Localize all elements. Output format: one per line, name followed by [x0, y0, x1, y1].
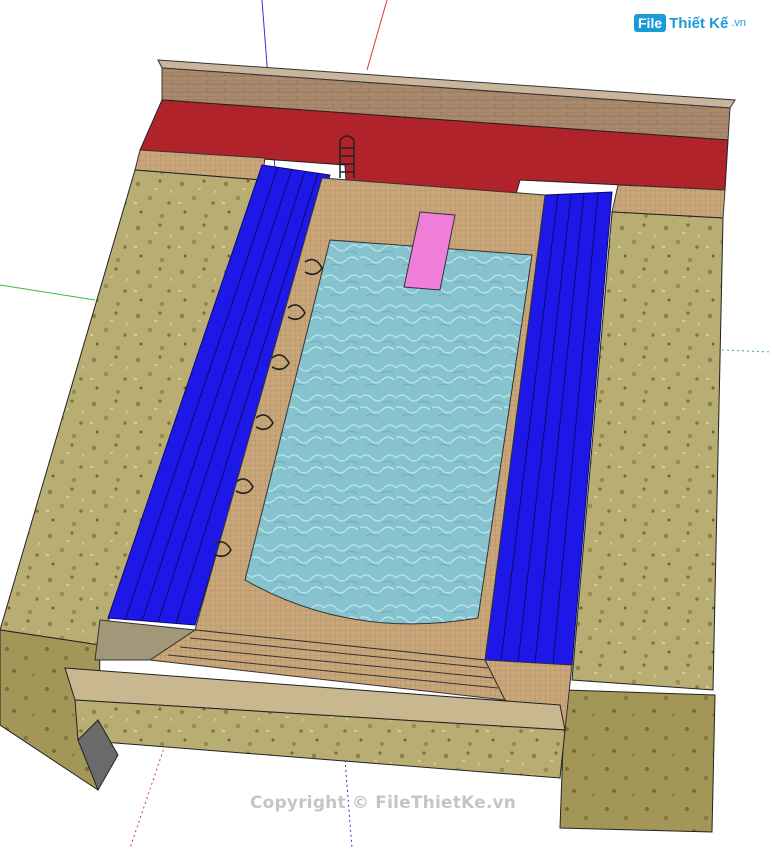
green-axis-dotted: [721, 349, 772, 353]
logo-word: Thiết Kế: [669, 14, 729, 32]
red-axis-dotted: [129, 744, 166, 849]
logo-tld: .vn: [731, 16, 746, 29]
filethietke-logo: File Thiết Kế .vn: [634, 14, 746, 32]
pool-model-canvas[interactable]: [0, 0, 772, 849]
green-axis: [0, 284, 96, 301]
copyright-watermark: Copyright © FileThietKe.vn: [250, 793, 517, 813]
red-axis: [366, 0, 388, 71]
logo-badge: File: [634, 14, 667, 32]
sketchup-viewport[interactable]: File Thiết Kế .vn Copyright © FileThietK…: [0, 0, 772, 849]
